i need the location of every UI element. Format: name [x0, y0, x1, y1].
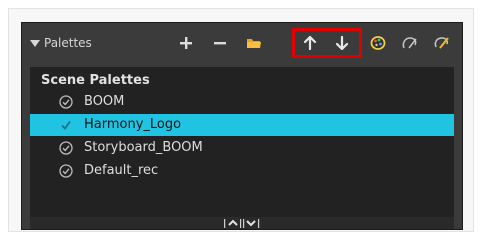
- palette-list: Scene Palettes BOOM Harmony_Logo Storybo…: [30, 67, 454, 217]
- collapse-triangle-icon: [30, 39, 40, 47]
- pencil-palette-button[interactable]: [398, 31, 422, 55]
- palette-item-boom[interactable]: BOOM: [30, 91, 454, 113]
- grip-up-down-icon: [224, 219, 260, 228]
- palette-item-default-rec[interactable]: Default_rec: [30, 160, 454, 182]
- plus-icon: [180, 37, 192, 49]
- palette-item-harmony-logo[interactable]: Harmony_Logo: [30, 114, 454, 136]
- paint-palette-button[interactable]: [430, 31, 454, 55]
- arrow-down-icon: [335, 35, 349, 51]
- remove-palette-button[interactable]: [208, 31, 232, 55]
- pencil-palette-icon: [402, 37, 417, 49]
- check-circle-icon: [59, 164, 73, 178]
- list-splitter: [30, 217, 454, 229]
- splitter-handle[interactable]: [218, 217, 266, 229]
- scene-palettes-header: Scene Palettes: [41, 73, 150, 88]
- palette-icon: [370, 36, 386, 50]
- palette-item-label: Default_rec: [84, 163, 159, 178]
- palette-item-label: Harmony_Logo: [84, 117, 182, 132]
- palette-browser-button[interactable]: [242, 31, 266, 55]
- panel-title: Palettes: [44, 36, 92, 50]
- paint-palette-icon: [434, 37, 449, 49]
- palette-item-label: BOOM: [84, 94, 125, 109]
- folder-icon: [247, 39, 261, 48]
- palette-item-label: Storyboard_BOOM: [84, 140, 203, 155]
- color-palette-button[interactable]: [366, 31, 390, 55]
- move-palette-down-button[interactable]: [330, 31, 354, 55]
- move-palette-up-button[interactable]: [298, 31, 322, 55]
- check-icon: [61, 120, 71, 130]
- palettes-panel: Palettes Scene Palettes BOOM Harmony_Log…: [21, 22, 463, 230]
- add-palette-button[interactable]: [174, 31, 198, 55]
- panel-title-toggle[interactable]: Palettes: [30, 35, 92, 51]
- check-circle-icon: [59, 95, 73, 109]
- palette-toolbar: Palettes: [22, 23, 462, 63]
- minus-icon: [214, 42, 226, 45]
- arrow-up-icon: [303, 35, 317, 51]
- palette-item-storyboard-boom[interactable]: Storyboard_BOOM: [30, 137, 454, 159]
- check-circle-icon: [59, 141, 73, 155]
